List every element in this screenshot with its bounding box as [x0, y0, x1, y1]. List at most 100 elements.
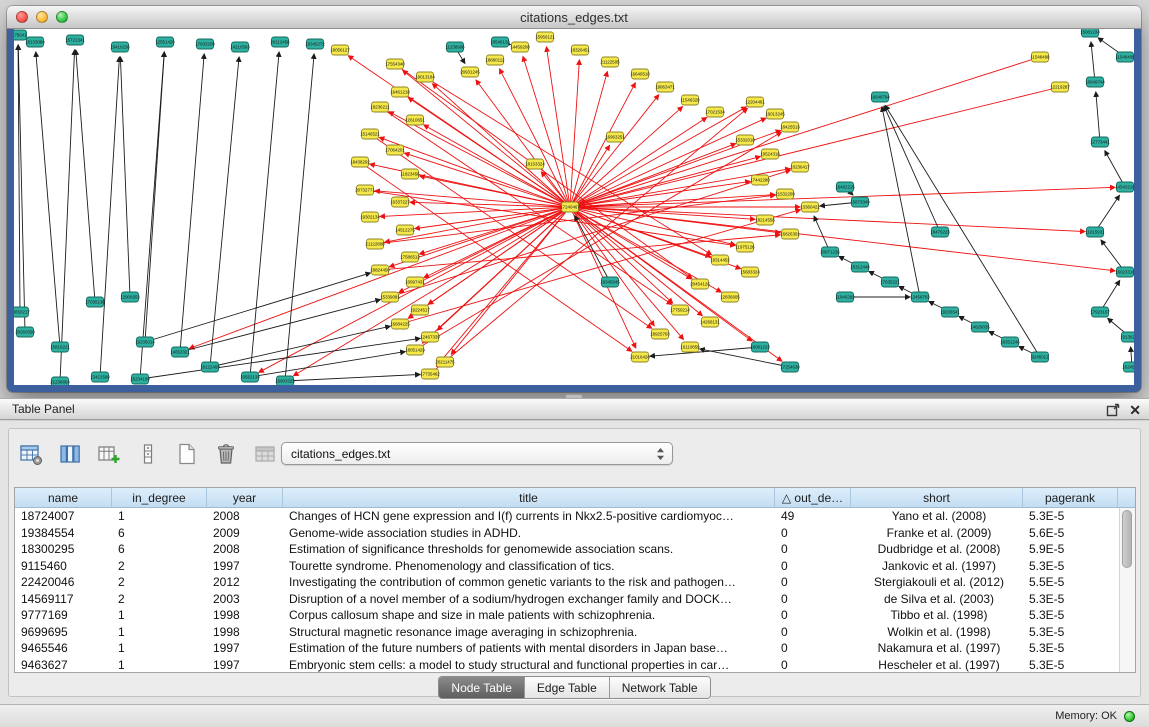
graph-node[interactable]: 16110859 [680, 342, 700, 352]
delete-table-icon[interactable] [212, 440, 240, 468]
table-row[interactable]: 946362711997Embryonic stem cells: a mode… [15, 657, 1135, 674]
graph-node[interactable]: 12610651 [405, 115, 425, 125]
graph-node[interactable]: 15816221 [50, 342, 70, 352]
graph-node[interactable]: 10997431 [405, 277, 425, 287]
graph-node[interactable]: 18925763 [650, 329, 670, 339]
graph-node[interactable]: 15081234 [1080, 29, 1100, 37]
graph-node[interactable]: 16684225 [390, 319, 410, 329]
graph-node[interactable]: 15339081 [380, 292, 400, 302]
graph-node[interactable]: 11815931 [1085, 227, 1105, 237]
graph-node[interactable]: 17442280 [750, 175, 770, 185]
table-row[interactable]: 1830029562008Estimation of significance … [15, 541, 1135, 558]
graph-node[interactable]: 17833209 [195, 39, 215, 49]
close-panel-icon[interactable]: ✕ [1129, 403, 1141, 417]
graph-node[interactable]: 15683324 [740, 267, 760, 277]
graph-node[interactable]: 17064201 [385, 145, 405, 155]
graph-node[interactable]: 18824450 [370, 265, 390, 275]
network-canvas[interactable]: 1724046718056127175543401901318416461218… [14, 29, 1134, 385]
column-header-year[interactable]: year [207, 488, 283, 507]
table-vertical-scrollbar[interactable] [1119, 508, 1135, 672]
show-columns-icon[interactable] [56, 440, 84, 468]
table-row[interactable]: 911546021997Tourette syndrome. Phenomeno… [15, 558, 1135, 575]
graph-node[interactable]: 14459208 [510, 42, 530, 52]
graph-node[interactable]: 11548498 [1030, 52, 1050, 62]
select-rows-icon[interactable] [134, 440, 162, 468]
graph-node[interactable]: 15873349 [850, 197, 870, 207]
graph-node[interactable]: 21532209 [775, 189, 795, 199]
table-row[interactable]: 1938455462009Genome-wide association stu… [15, 525, 1135, 542]
graph-node[interactable]: 15312448 [850, 262, 870, 272]
graph-node[interactable]: 16461218 [390, 87, 410, 97]
graph-node[interactable]: 17021534 [705, 107, 725, 117]
graph-node[interactable]: 21122505 [600, 57, 620, 67]
graph-node[interactable]: 20931245 [460, 67, 480, 77]
graph-node[interactable]: 17735462 [420, 369, 440, 379]
graph-node[interactable]: 12836605 [720, 292, 740, 302]
zoom-window-button[interactable] [56, 11, 68, 23]
graph-node[interactable]: 18236211 [370, 102, 390, 112]
graph-node[interactable]: 14653321 [170, 347, 190, 357]
graph-node[interactable]: 9245012 [1031, 352, 1049, 362]
graph-node[interactable]: 16023316 [1115, 267, 1134, 277]
graph-node[interactable]: 18425513 [780, 122, 800, 132]
graph-node[interactable]: 18051429 [405, 345, 425, 355]
graph-node[interactable]: 18214556 [755, 215, 775, 225]
graph-node[interactable]: 19524318 [760, 149, 780, 159]
graph-node[interactable]: 13421560 [90, 372, 110, 382]
column-header-pagerank[interactable]: pagerank [1023, 488, 1118, 507]
minimize-window-button[interactable] [36, 11, 48, 23]
graph-node[interactable]: 16337227 [390, 197, 410, 207]
scrollbar-thumb[interactable] [1122, 510, 1132, 568]
graph-node[interactable]: 16649510 [630, 69, 650, 79]
column-header-out_de[interactable]: △ out_de… [775, 488, 851, 507]
graph-node[interactable]: 9875641 [14, 30, 27, 40]
graph-node[interactable]: 10562134 [240, 372, 260, 382]
graph-node[interactable]: 16013245 [765, 109, 785, 119]
graph-node[interactable]: 20454126 [690, 279, 710, 289]
graph-node[interactable]: 12906653 [120, 292, 140, 302]
graph-node[interactable]: 11238906 [445, 42, 465, 52]
column-header-in_degree[interactable]: in_degree [112, 488, 207, 507]
close-window-button[interactable] [16, 11, 28, 23]
graph-node[interactable]: 16081223 [750, 342, 770, 352]
graph-node[interactable]: 18351246 [1000, 337, 1020, 347]
graph-node[interactable]: 16903325 [275, 376, 295, 385]
graph-node[interactable]: 20871236 [820, 247, 840, 257]
graph-node[interactable]: 18860112 [485, 55, 505, 65]
column-header-short[interactable]: short [851, 488, 1023, 507]
graph-node[interactable]: 15956121 [535, 32, 555, 42]
graph-node[interactable]: 17923167 [1090, 307, 1110, 317]
graph-node[interactable]: 12458763 [910, 292, 930, 302]
graph-node[interactable]: 10236417 [790, 162, 810, 172]
table-row[interactable]: 1456911722003Disruption of a novel membe… [15, 591, 1135, 608]
graph-node[interactable]: 11975126 [735, 242, 755, 252]
graph-node[interactable]: 15332018 [735, 135, 755, 145]
graph-node[interactable]: 14543216 [1115, 182, 1134, 192]
graph-node[interactable]: 12467339 [420, 332, 440, 342]
graph-node[interactable]: 17586512 [400, 252, 420, 262]
graph-node[interactable]: 16826301 [780, 229, 800, 239]
graph-node[interactable]: 18650217 [14, 307, 30, 317]
graph-node[interactable]: 16245012 [1122, 362, 1134, 372]
graph-node[interactable]: 15146521 [360, 129, 380, 139]
table-row[interactable]: 2242004622012Investigating the contribut… [15, 574, 1135, 591]
import-table-icon[interactable] [251, 440, 279, 468]
graph-node[interactable]: 18476223 [930, 227, 950, 237]
graph-node[interactable]: 18438202 [350, 157, 370, 167]
table-row[interactable]: 969969511998Structural magnetic resonanc… [15, 624, 1135, 641]
graph-node[interactable]: 19224517 [410, 305, 430, 315]
graph-node[interactable]: 11946282 [835, 292, 855, 302]
graph-node[interactable]: 15722341 [65, 35, 85, 45]
graph-node[interactable]: 20211475 [435, 357, 455, 367]
graph-node[interactable]: 17035130 [85, 297, 105, 307]
graph-node[interactable]: 13360422 [800, 202, 820, 212]
network-table-select[interactable]: citations_edges.txt [281, 442, 673, 465]
column-header-title[interactable]: title [283, 488, 775, 507]
graph-node[interactable]: 20112458 [270, 37, 290, 47]
graph-node[interactable]: 20732771 [355, 185, 375, 195]
graph-node[interactable]: 21016428 [630, 352, 650, 362]
graph-node[interactable]: 19235014 [135, 337, 155, 347]
tab-network-table[interactable]: Network Table [610, 677, 710, 698]
graph-node[interactable]: 19314452 [710, 255, 730, 265]
graph-node[interactable]: 12773441 [1090, 137, 1110, 147]
